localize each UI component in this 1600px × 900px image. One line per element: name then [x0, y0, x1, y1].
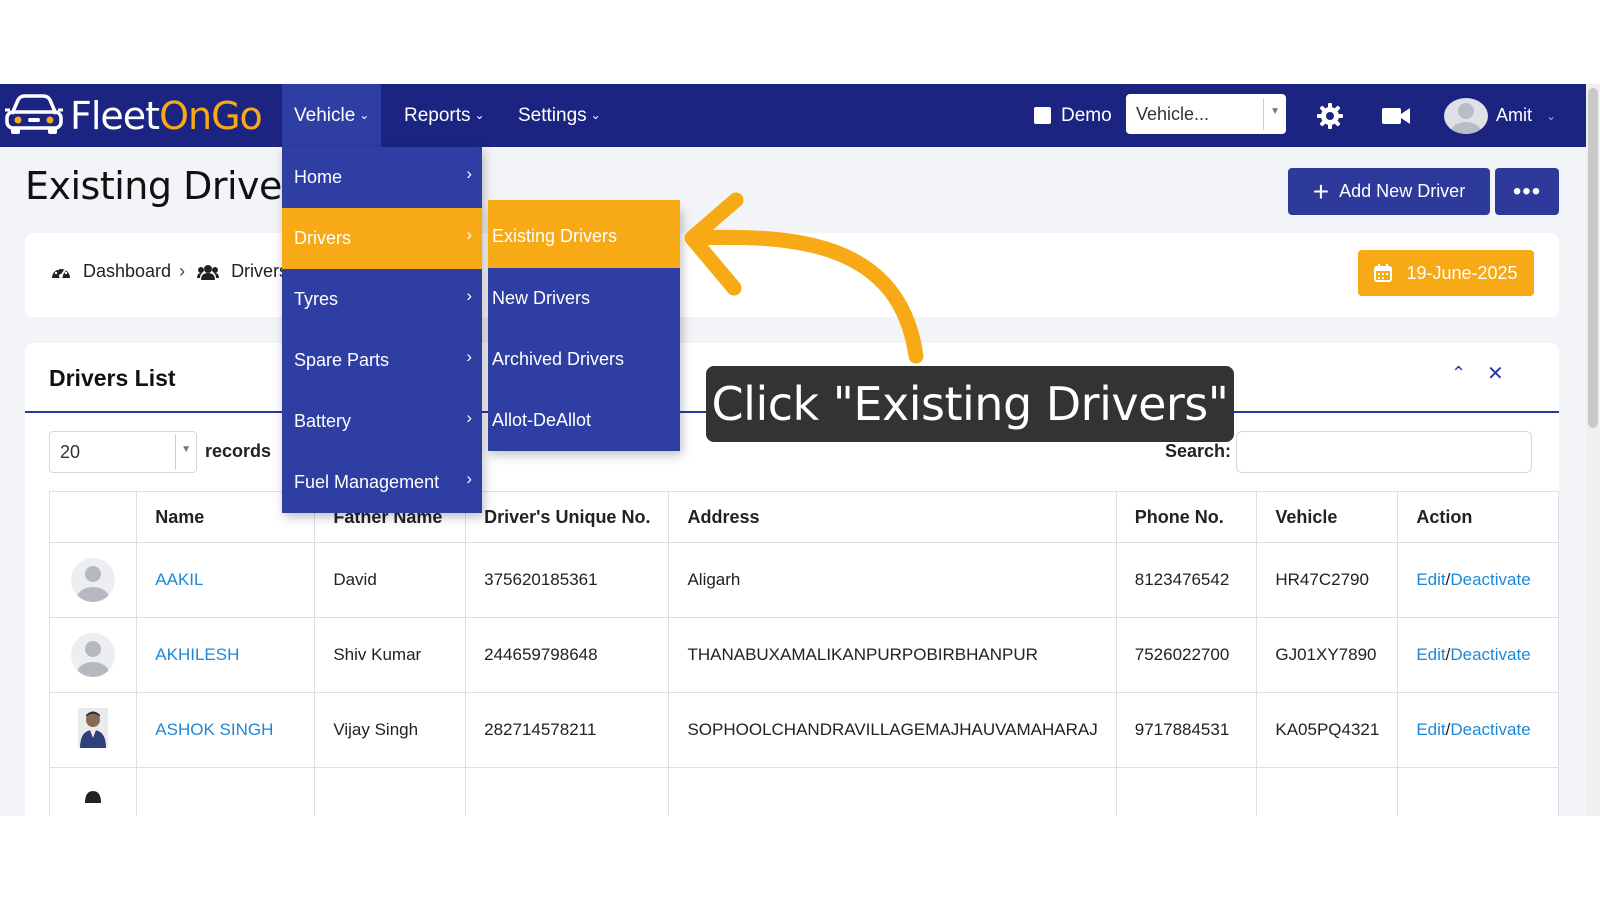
- tutorial-arrow: [684, 192, 924, 364]
- tutorial-callout: Click "Existing Drivers": [706, 366, 1234, 442]
- app-viewport: FleetOnGo Vehicle ⌄ Reports ⌄ Settings ⌄ De…: [0, 84, 1600, 816]
